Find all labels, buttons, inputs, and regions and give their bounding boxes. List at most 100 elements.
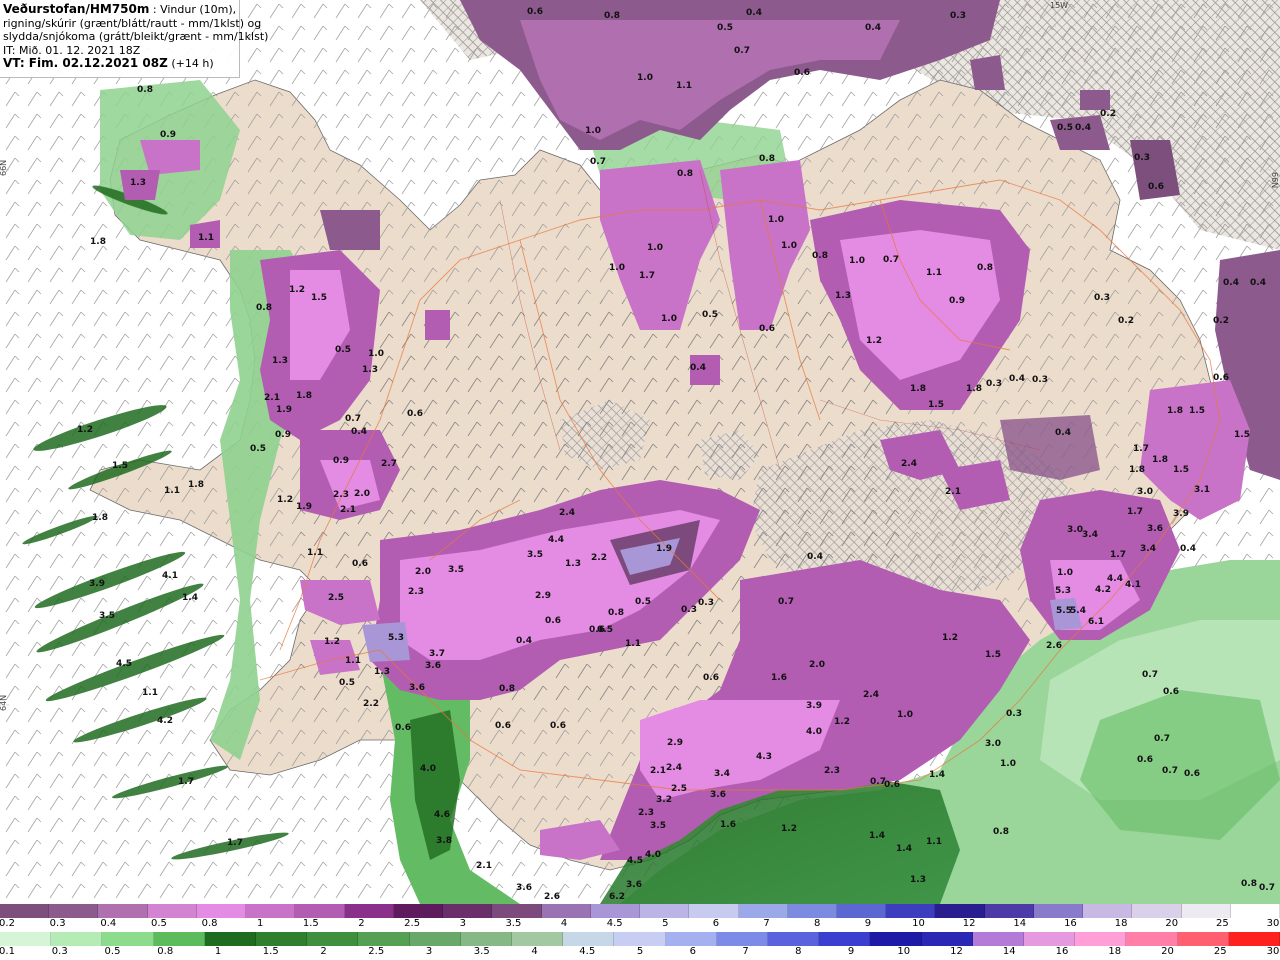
precip-value-label: 2.9: [535, 591, 551, 601]
legend-label: 4: [560, 918, 568, 929]
precip-value-label: 1.3: [374, 667, 390, 677]
legend-label: 2.5: [368, 946, 385, 957]
precip-value-label: 5.4: [1070, 606, 1086, 616]
precip-value-label: 1.4: [869, 831, 885, 841]
legend-swatch: [819, 932, 871, 946]
map-title-box: Veðurstofan/HM750m : Vindur (10m), rigni…: [0, 0, 268, 78]
legend-label: 1.5: [262, 946, 279, 957]
precip-value-label: 1.5: [928, 400, 944, 410]
legend-swatch: [49, 904, 99, 918]
legend-swatch: [492, 904, 542, 918]
legend-swatch: [147, 904, 197, 918]
precip-value-label: 1.8: [188, 480, 204, 490]
precip-value-label: 1.0: [849, 256, 865, 266]
legend-swatch: [1126, 932, 1178, 946]
legend-snow-labels: 0.2 0.3 0.4 0.5 0.8 1 1.5 2 2.5 3 3.5 4 4.5 5 6 7 8 9 10 12…: [0, 918, 1280, 930]
precip-value-label: 1.4: [896, 844, 912, 854]
precip-value-label: 2.1: [650, 766, 666, 776]
precip-value-label: 1.6: [771, 673, 787, 683]
legend-label: 7: [742, 946, 749, 957]
precip-value-label: 0.4: [746, 8, 762, 18]
legend-swatch: [972, 932, 1025, 946]
lat-label-left-bottom: 64N: [0, 695, 8, 711]
precip-value-label: 1.1: [625, 639, 641, 649]
precip-value-label: 0.2: [1100, 109, 1116, 119]
legend-label: 25: [1215, 918, 1229, 929]
precip-value-label: 0.8: [1241, 879, 1257, 889]
legend-swatch: [246, 904, 296, 918]
precip-value-label: 0.6: [352, 559, 368, 569]
legend-label: 3: [425, 946, 433, 957]
precip-value-label: 2.4: [559, 508, 575, 518]
precip-value-label: 1.1: [926, 837, 942, 847]
precip-value-label: 1.9: [276, 405, 292, 415]
precip-value-label: 3.1: [1194, 485, 1210, 495]
legend-swatch: [344, 904, 394, 918]
precip-value-label: 0.5: [635, 597, 651, 607]
precip-value-label: 1.0: [1000, 759, 1016, 769]
precip-value-label: 2.0: [415, 567, 431, 577]
legend-swatch: [541, 904, 591, 918]
precip-value-label: 3.4: [1082, 530, 1098, 540]
precip-value-label: 3.5: [448, 565, 464, 575]
precip-value-label: 2.2: [363, 699, 379, 709]
precip-value-label: 2.3: [333, 490, 349, 500]
precip-value-label: 3.0: [1137, 487, 1153, 497]
legend-label: 3.5: [505, 918, 522, 929]
lead-time: (+14 h): [171, 57, 214, 70]
legend-swatch: [512, 932, 564, 946]
precip-value-label: 0.6: [550, 721, 566, 731]
legend-swatch: [1177, 932, 1229, 946]
map-subtitle-2: rigning/skúrir (grænt/blátt/rautt - mm/1…: [3, 16, 262, 30]
legend-label: 4: [531, 946, 538, 957]
precip-value-label: 1.7: [1110, 550, 1126, 560]
precip-value-label: 1.4: [182, 593, 198, 603]
legend-swatch: [738, 904, 788, 918]
precip-value-label: 1.3: [835, 291, 851, 301]
lon-label-top: 15W: [1050, 1, 1068, 10]
legend-label: 0.4: [100, 918, 117, 929]
legend-label: 4.5: [606, 918, 623, 929]
precip-value-label: 1.2: [277, 495, 293, 505]
precip-value-label: 0.5: [339, 678, 355, 688]
legend-swatch: [98, 904, 148, 918]
precip-value-label: 1.0: [768, 215, 784, 225]
legend-label: 7: [763, 918, 770, 929]
precip-value-label: 3.6: [710, 790, 726, 800]
legend-label: 30: [1266, 918, 1280, 929]
precip-value-label: 0.4: [351, 427, 367, 437]
legend-label: 14: [1013, 918, 1027, 929]
legend-label: 0.2: [0, 918, 15, 929]
precip-value-label: 0.5: [702, 310, 718, 320]
legend-swatch: [409, 932, 461, 946]
precip-value-label: 1.2: [942, 633, 958, 643]
precip-value-label: 1.5: [985, 650, 1001, 660]
precip-value-label: 1.0: [585, 126, 601, 136]
legend-swatch: [1132, 904, 1182, 918]
init-time: IT: Mið. 01. 12. 2021 18Z: [3, 43, 141, 57]
legend-swatch: [921, 932, 973, 946]
precip-value-label: 0.8: [604, 11, 620, 21]
precip-value-label: 0.3: [1032, 375, 1048, 385]
precip-value-label: 4.4: [1107, 574, 1123, 584]
precip-value-label: 0.6: [703, 673, 719, 683]
precip-value-label: 3.6: [1147, 524, 1163, 534]
legend-label: 12: [962, 918, 976, 929]
precip-value-label: 0.6: [395, 723, 411, 733]
precip-value-label: 1.2: [781, 824, 797, 834]
precip-value-label: 6.1: [1088, 617, 1104, 627]
precip-value-label: 2.4: [666, 763, 682, 773]
legend-label: 8: [814, 918, 821, 929]
precip-value-label: 0.4: [1075, 123, 1091, 133]
precip-value-label: 1.1: [142, 688, 158, 698]
legend-label: 4.5: [579, 946, 596, 957]
legend-label: 9: [864, 918, 872, 929]
legend-label: 2: [358, 918, 365, 929]
legend-label: 0.8: [157, 946, 174, 957]
legend-swatch: [1181, 904, 1231, 918]
precip-value-label: 0.8: [759, 154, 775, 164]
precip-value-label: 3.4: [1140, 544, 1156, 554]
legend-swatch: [460, 932, 513, 946]
precip-value-label: 1.3: [910, 875, 926, 885]
legend-swatch: [590, 904, 641, 918]
